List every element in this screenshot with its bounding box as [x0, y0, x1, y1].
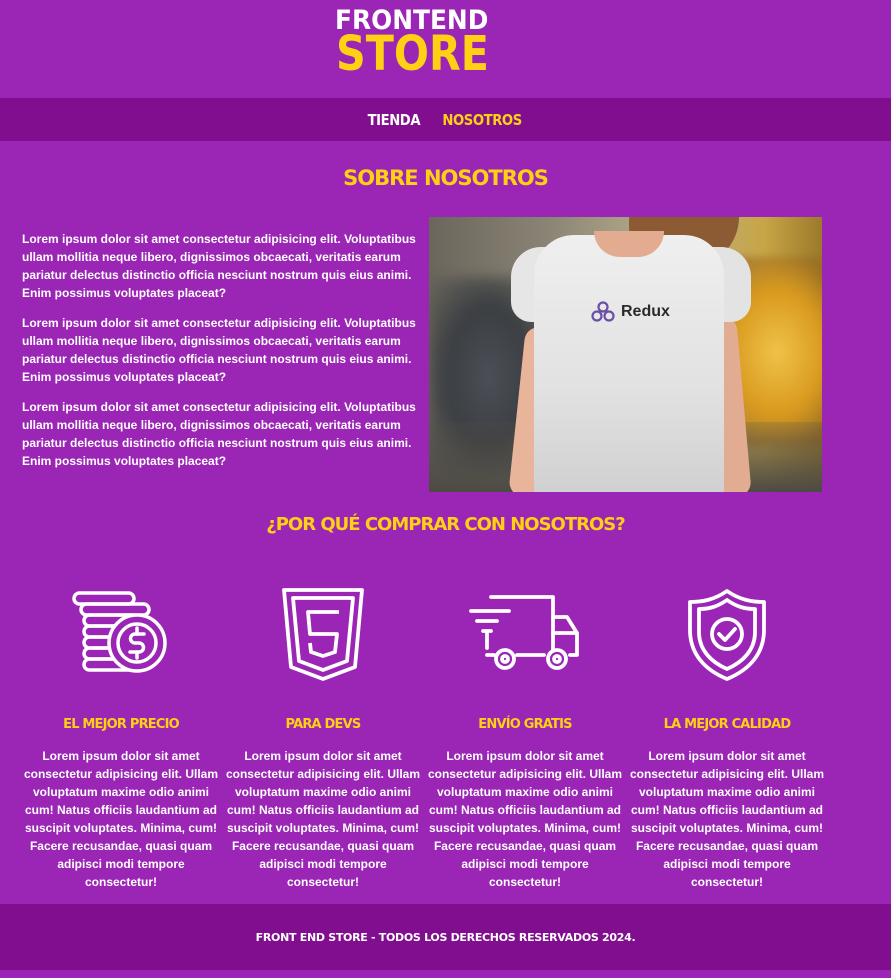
why-title: ¿Por qué comprar con nosotros? [266, 514, 625, 535]
features-grid: El mejor precio Lorem ipsum dolor sit am… [20, 580, 828, 891]
nav-link-nosotros[interactable]: Nosotros [443, 111, 523, 129]
coins-dollar-icon [20, 580, 222, 690]
tshirt-brand: Redux [591, 301, 670, 323]
feature-card: Envío Gratis Lorem ipsum dolor sit amet … [424, 580, 626, 891]
nav-link-tienda[interactable]: Tienda [367, 111, 420, 129]
main-nav: Tienda Nosotros [0, 98, 891, 141]
about-image: Redux [429, 217, 822, 492]
header: FRONTEND STORE [0, 0, 891, 98]
redux-logo-icon [591, 301, 615, 322]
footer: Front End Store - Todos los derechos res… [0, 904, 891, 970]
feature-text: Lorem ipsum dolor sit amet consectetur a… [225, 749, 421, 889]
feature-text: Lorem ipsum dolor sit amet consectetur a… [427, 749, 623, 889]
footer-copyright: Front End Store - Todos los derechos res… [255, 930, 636, 944]
feature-card: La mejor calidad Lorem ipsum dolor sit a… [626, 580, 828, 891]
about-paragraph: Lorem ipsum dolor sit amet consectetur a… [22, 232, 416, 300]
about-paragraph: Lorem ipsum dolor sit amet consectetur a… [22, 400, 416, 468]
feature-title: El mejor precio [63, 717, 180, 732]
logo-line-store: STORE [336, 26, 489, 82]
feature-title: Envío Gratis [478, 717, 572, 732]
html5-icon [222, 580, 424, 690]
photo-tshirt [534, 235, 724, 492]
store-logo[interactable]: FRONTEND STORE [335, 6, 510, 82]
about-paragraph: Lorem ipsum dolor sit amet consectetur a… [22, 316, 416, 384]
delivery-truck-icon [424, 580, 626, 690]
about-text: Lorem ipsum dolor sit amet consectetur a… [22, 230, 420, 482]
feature-title: La mejor calidad [663, 717, 791, 732]
feature-text: Lorem ipsum dolor sit amet consectetur a… [23, 749, 219, 889]
feature-card: El mejor precio Lorem ipsum dolor sit am… [20, 580, 222, 891]
about-title: Sobre Nosotros [343, 166, 549, 190]
feature-title: Para Devs [285, 717, 362, 732]
feature-text: Lorem ipsum dolor sit amet consectetur a… [629, 749, 825, 889]
feature-card: Para Devs Lorem ipsum dolor sit amet con… [222, 580, 424, 891]
shield-check-icon [626, 580, 828, 690]
tshirt-brand-text: Redux [621, 303, 670, 320]
